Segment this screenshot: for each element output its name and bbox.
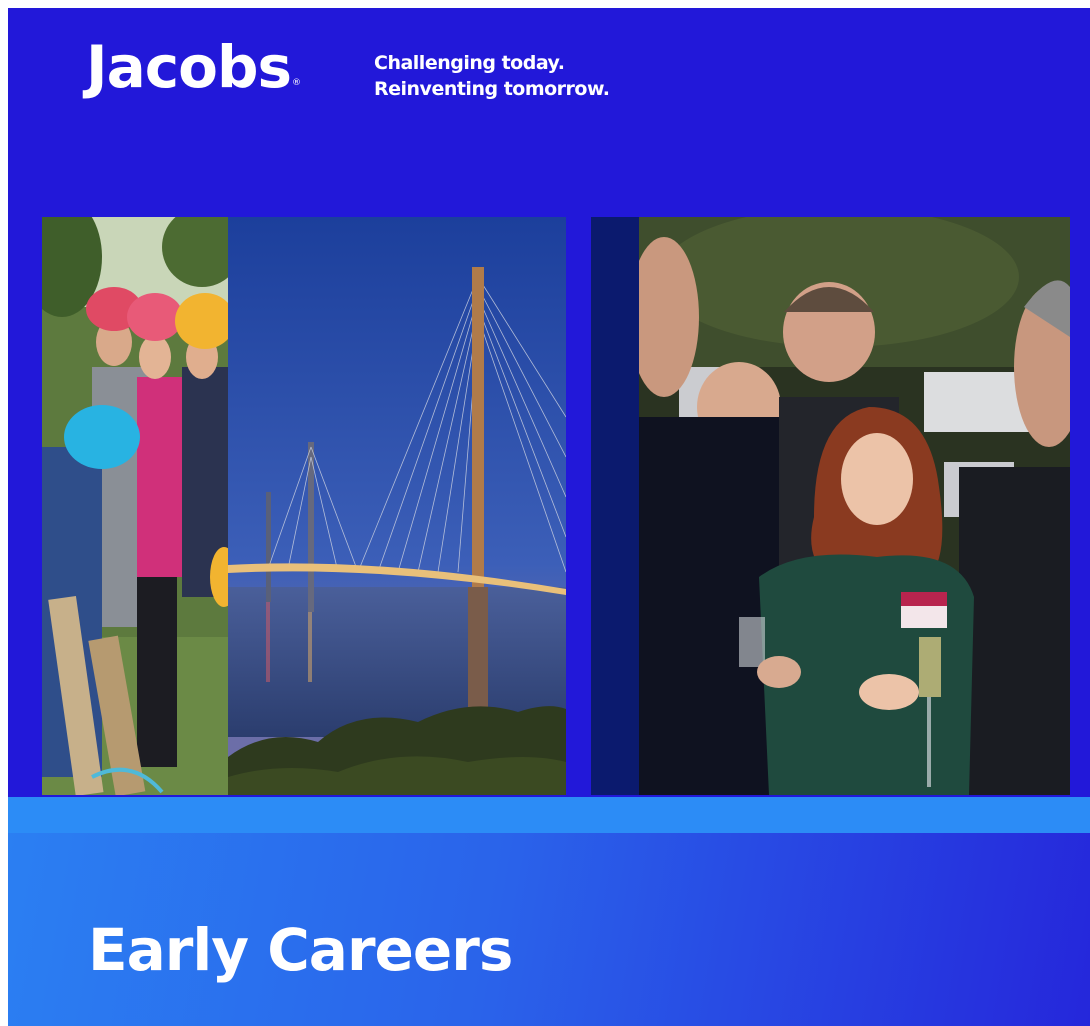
- early-careers-banner: Early Careers: [8, 833, 1090, 1026]
- networking-event-photo: [639, 217, 1070, 795]
- logo-text: Jacobs: [86, 33, 292, 101]
- tagline-line-1: Challenging today.: [374, 52, 565, 74]
- outdoor-team-photo: [42, 217, 228, 795]
- banner-accent-band: [8, 797, 1090, 833]
- photo-divider-strip: [591, 217, 639, 795]
- bridge-photo: [228, 217, 566, 795]
- jacobs-logo[interactable]: Jacobs®: [86, 38, 301, 96]
- tagline: Challenging today. Reinventing tomorrow.: [374, 50, 610, 102]
- banner-title: Early Careers: [88, 916, 513, 984]
- tagline-line-2: Reinventing tomorrow.: [374, 78, 610, 100]
- page-frame: Jacobs® Challenging today. Reinventing t…: [8, 8, 1090, 1026]
